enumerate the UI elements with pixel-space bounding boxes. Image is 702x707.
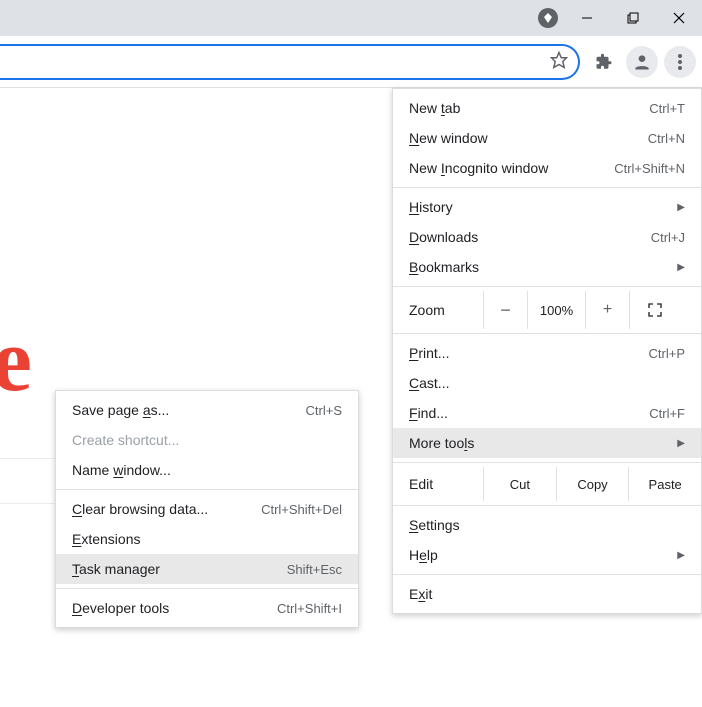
tab-badge-icon <box>538 8 558 28</box>
shortcut-text: Ctrl+T <box>649 101 685 116</box>
menu-label: Name window... <box>72 462 342 478</box>
menu-label: Bookmarks <box>409 259 677 275</box>
menu-separator <box>393 574 701 575</box>
submenu-name-window[interactable]: Name window... <box>56 455 358 485</box>
submenu-clear-data[interactable]: Clear browsing data... Ctrl+Shift+Del <box>56 494 358 524</box>
search-bar-fragment <box>0 458 56 504</box>
address-bar[interactable] <box>0 44 580 80</box>
shortcut-text: Ctrl+F <box>649 406 685 421</box>
window-controls <box>564 0 702 36</box>
menu-label: Exit <box>409 586 685 602</box>
submenu-arrow-icon: ▶ <box>677 550 685 561</box>
toolbar-icons <box>584 46 702 78</box>
menu-separator <box>393 286 701 287</box>
menu-separator <box>393 462 701 463</box>
menu-downloads[interactable]: Downloads Ctrl+J <box>393 222 701 252</box>
bookmark-star-icon[interactable] <box>550 51 568 72</box>
browser-toolbar <box>0 36 702 88</box>
submenu-save-page[interactable]: Save page as... Ctrl+S <box>56 395 358 425</box>
zoom-label: Zoom <box>409 302 483 318</box>
menu-history[interactable]: History ▶ <box>393 192 701 222</box>
submenu-extensions[interactable]: Extensions <box>56 524 358 554</box>
menu-label: Task manager <box>72 561 277 577</box>
zoom-out-button[interactable]: − <box>483 291 527 329</box>
menu-label: Extensions <box>72 531 342 547</box>
menu-label: Save page as... <box>72 402 296 418</box>
menu-new-window[interactable]: New window Ctrl+N <box>393 123 701 153</box>
window-titlebar <box>0 0 702 36</box>
menu-edit-row: Edit Cut Copy Paste <box>393 467 701 501</box>
menu-label: New tab <box>409 100 639 116</box>
logo-letter: e <box>0 316 32 406</box>
menu-label: Cast... <box>409 375 685 391</box>
zoom-in-button[interactable]: + <box>585 291 629 329</box>
menu-label: New Incognito window <box>409 160 604 176</box>
shortcut-text: Ctrl+Shift+N <box>614 161 685 176</box>
menu-label: New window <box>409 130 638 146</box>
submenu-arrow-icon: ▶ <box>677 262 685 273</box>
submenu-developer-tools[interactable]: Developer tools Ctrl+Shift+I <box>56 593 358 623</box>
menu-label: Print... <box>409 345 639 361</box>
zoom-value: 100% <box>527 291 585 329</box>
maximize-button[interactable] <box>610 0 656 36</box>
submenu-arrow-icon: ▶ <box>677 202 685 213</box>
shortcut-text: Ctrl+S <box>306 403 342 418</box>
menu-zoom-row: Zoom − 100% + <box>393 291 701 329</box>
menu-new-tab[interactable]: New tab Ctrl+T <box>393 93 701 123</box>
shortcut-text: Ctrl+P <box>649 346 685 361</box>
submenu-arrow-icon: ▶ <box>677 438 685 449</box>
more-tools-submenu: Save page as... Ctrl+S Create shortcut..… <box>55 390 359 628</box>
edit-copy-button[interactable]: Copy <box>556 467 629 501</box>
menu-print[interactable]: Print... Ctrl+P <box>393 338 701 368</box>
minimize-button[interactable] <box>564 0 610 36</box>
menu-separator <box>56 489 358 490</box>
chrome-main-menu: New tab Ctrl+T New window Ctrl+N New Inc… <box>392 88 702 614</box>
menu-separator <box>393 187 701 188</box>
menu-label: More tools <box>409 435 677 451</box>
kebab-icon <box>678 60 682 64</box>
shortcut-text: Ctrl+J <box>651 230 685 245</box>
menu-settings[interactable]: Settings <box>393 510 701 540</box>
menu-separator <box>56 588 358 589</box>
close-button[interactable] <box>656 0 702 36</box>
fullscreen-button[interactable] <box>629 291 679 329</box>
menu-separator <box>393 505 701 506</box>
submenu-task-manager[interactable]: Task manager Shift+Esc <box>56 554 358 584</box>
shortcut-text: Ctrl+N <box>648 131 685 146</box>
menu-find[interactable]: Find... Ctrl+F <box>393 398 701 428</box>
more-menu-button[interactable] <box>664 46 696 78</box>
menu-label: Clear browsing data... <box>72 501 251 517</box>
profile-icon[interactable] <box>626 46 658 78</box>
shortcut-text: Shift+Esc <box>287 562 342 577</box>
menu-separator <box>393 333 701 334</box>
menu-label: Help <box>409 547 677 563</box>
edit-paste-button[interactable]: Paste <box>628 467 701 501</box>
menu-label: Settings <box>409 517 685 533</box>
menu-label: Developer tools <box>72 600 267 616</box>
menu-more-tools[interactable]: More tools ▶ <box>393 428 701 458</box>
menu-label: Downloads <box>409 229 641 245</box>
edit-cut-button[interactable]: Cut <box>483 467 556 501</box>
shortcut-text: Ctrl+Shift+Del <box>261 502 342 517</box>
edit-label: Edit <box>409 476 483 492</box>
menu-cast[interactable]: Cast... <box>393 368 701 398</box>
menu-bookmarks[interactable]: Bookmarks ▶ <box>393 252 701 282</box>
submenu-create-shortcut: Create shortcut... <box>56 425 358 455</box>
menu-label: Find... <box>409 405 639 421</box>
extensions-icon[interactable] <box>588 46 620 78</box>
menu-label: Create shortcut... <box>72 432 342 448</box>
menu-exit[interactable]: Exit <box>393 579 701 609</box>
menu-help[interactable]: Help ▶ <box>393 540 701 570</box>
shortcut-text: Ctrl+Shift+I <box>277 601 342 616</box>
menu-label: History <box>409 199 677 215</box>
menu-new-incognito[interactable]: New Incognito window Ctrl+Shift+N <box>393 153 701 183</box>
